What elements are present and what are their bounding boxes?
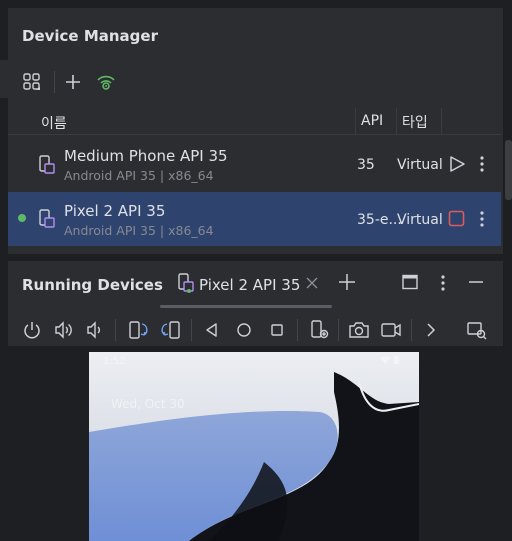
device-name: Pixel 2 API 35 (64, 202, 166, 220)
column-header-type[interactable]: 타입 (402, 112, 428, 132)
column-separator (396, 108, 397, 134)
toolbar-separator (297, 319, 298, 341)
panel-divider[interactable] (0, 254, 512, 261)
active-tab-underline (160, 305, 332, 308)
rotate-right-icon[interactable] (160, 319, 182, 341)
running-status-dot (18, 214, 26, 222)
phone-screen[interactable]: 1:52 Wed, Oct 30 (89, 352, 419, 541)
back-icon[interactable] (204, 322, 220, 338)
phone-device-icon (177, 273, 195, 293)
toolbar-separator (191, 319, 192, 341)
device-name: Medium Phone API 35 (64, 147, 228, 165)
device-type: Virtual (397, 212, 443, 228)
device-settings-icon[interactable] (309, 319, 331, 341)
wallpaper-image (89, 352, 419, 541)
volume-down-icon[interactable] (85, 320, 105, 340)
minimize-icon[interactable] (467, 274, 485, 290)
add-tab-plus-icon[interactable] (338, 273, 356, 291)
status-bar-time: 1:52 (103, 356, 126, 367)
toolbar-separator (338, 319, 339, 341)
device-subtitle: Android API 35 | x86_64 (64, 223, 214, 238)
more-vertical-icon[interactable] (476, 155, 488, 173)
more-vertical-icon[interactable] (437, 274, 449, 292)
toolbar-separator (54, 71, 55, 93)
lockscreen-date: Wed, Oct 30 (111, 397, 185, 411)
volume-up-icon[interactable] (53, 320, 73, 340)
plus-icon[interactable] (61, 70, 85, 94)
running-devices-title: Running Devices (22, 276, 163, 294)
column-separator (441, 108, 442, 134)
power-icon[interactable] (22, 320, 42, 340)
home-icon[interactable] (236, 322, 252, 338)
screen-record-icon[interactable] (380, 320, 402, 340)
window-top-strip (0, 0, 512, 8)
right-scrollbar[interactable] (505, 140, 512, 200)
play-icon[interactable] (448, 155, 466, 173)
device-group-icon[interactable] (20, 70, 44, 94)
close-tab-icon[interactable] (306, 277, 318, 289)
overview-icon[interactable] (269, 322, 285, 338)
more-chevron-icon[interactable] (424, 322, 438, 338)
snapshot-icon[interactable] (466, 320, 488, 340)
device-type: Virtual (397, 157, 443, 173)
column-header-api[interactable]: API (361, 113, 383, 129)
device-manager-title: Device Manager (22, 27, 158, 45)
header-divider (8, 134, 501, 135)
column-separator (355, 108, 356, 134)
phone-device-icon (38, 155, 56, 175)
device-api: 35 (357, 157, 375, 173)
more-vertical-icon[interactable] (476, 210, 488, 228)
device-api: 35-e... (357, 212, 402, 228)
window-layout-icon[interactable] (402, 274, 418, 290)
screenshot-icon[interactable] (348, 320, 370, 340)
tab-pixel-2[interactable]: Pixel 2 API 35 (199, 276, 300, 294)
stop-icon[interactable] (448, 210, 465, 227)
toolbar-separator (411, 319, 412, 341)
rotate-left-icon[interactable] (127, 319, 149, 341)
toolbar-separator (115, 319, 116, 341)
wifi-pair-icon[interactable] (94, 70, 118, 94)
status-bar-icons (379, 355, 401, 365)
device-subtitle: Android API 35 | x86_64 (64, 168, 214, 183)
column-header-name[interactable]: 이름 (41, 113, 67, 133)
phone-device-icon (38, 209, 56, 229)
